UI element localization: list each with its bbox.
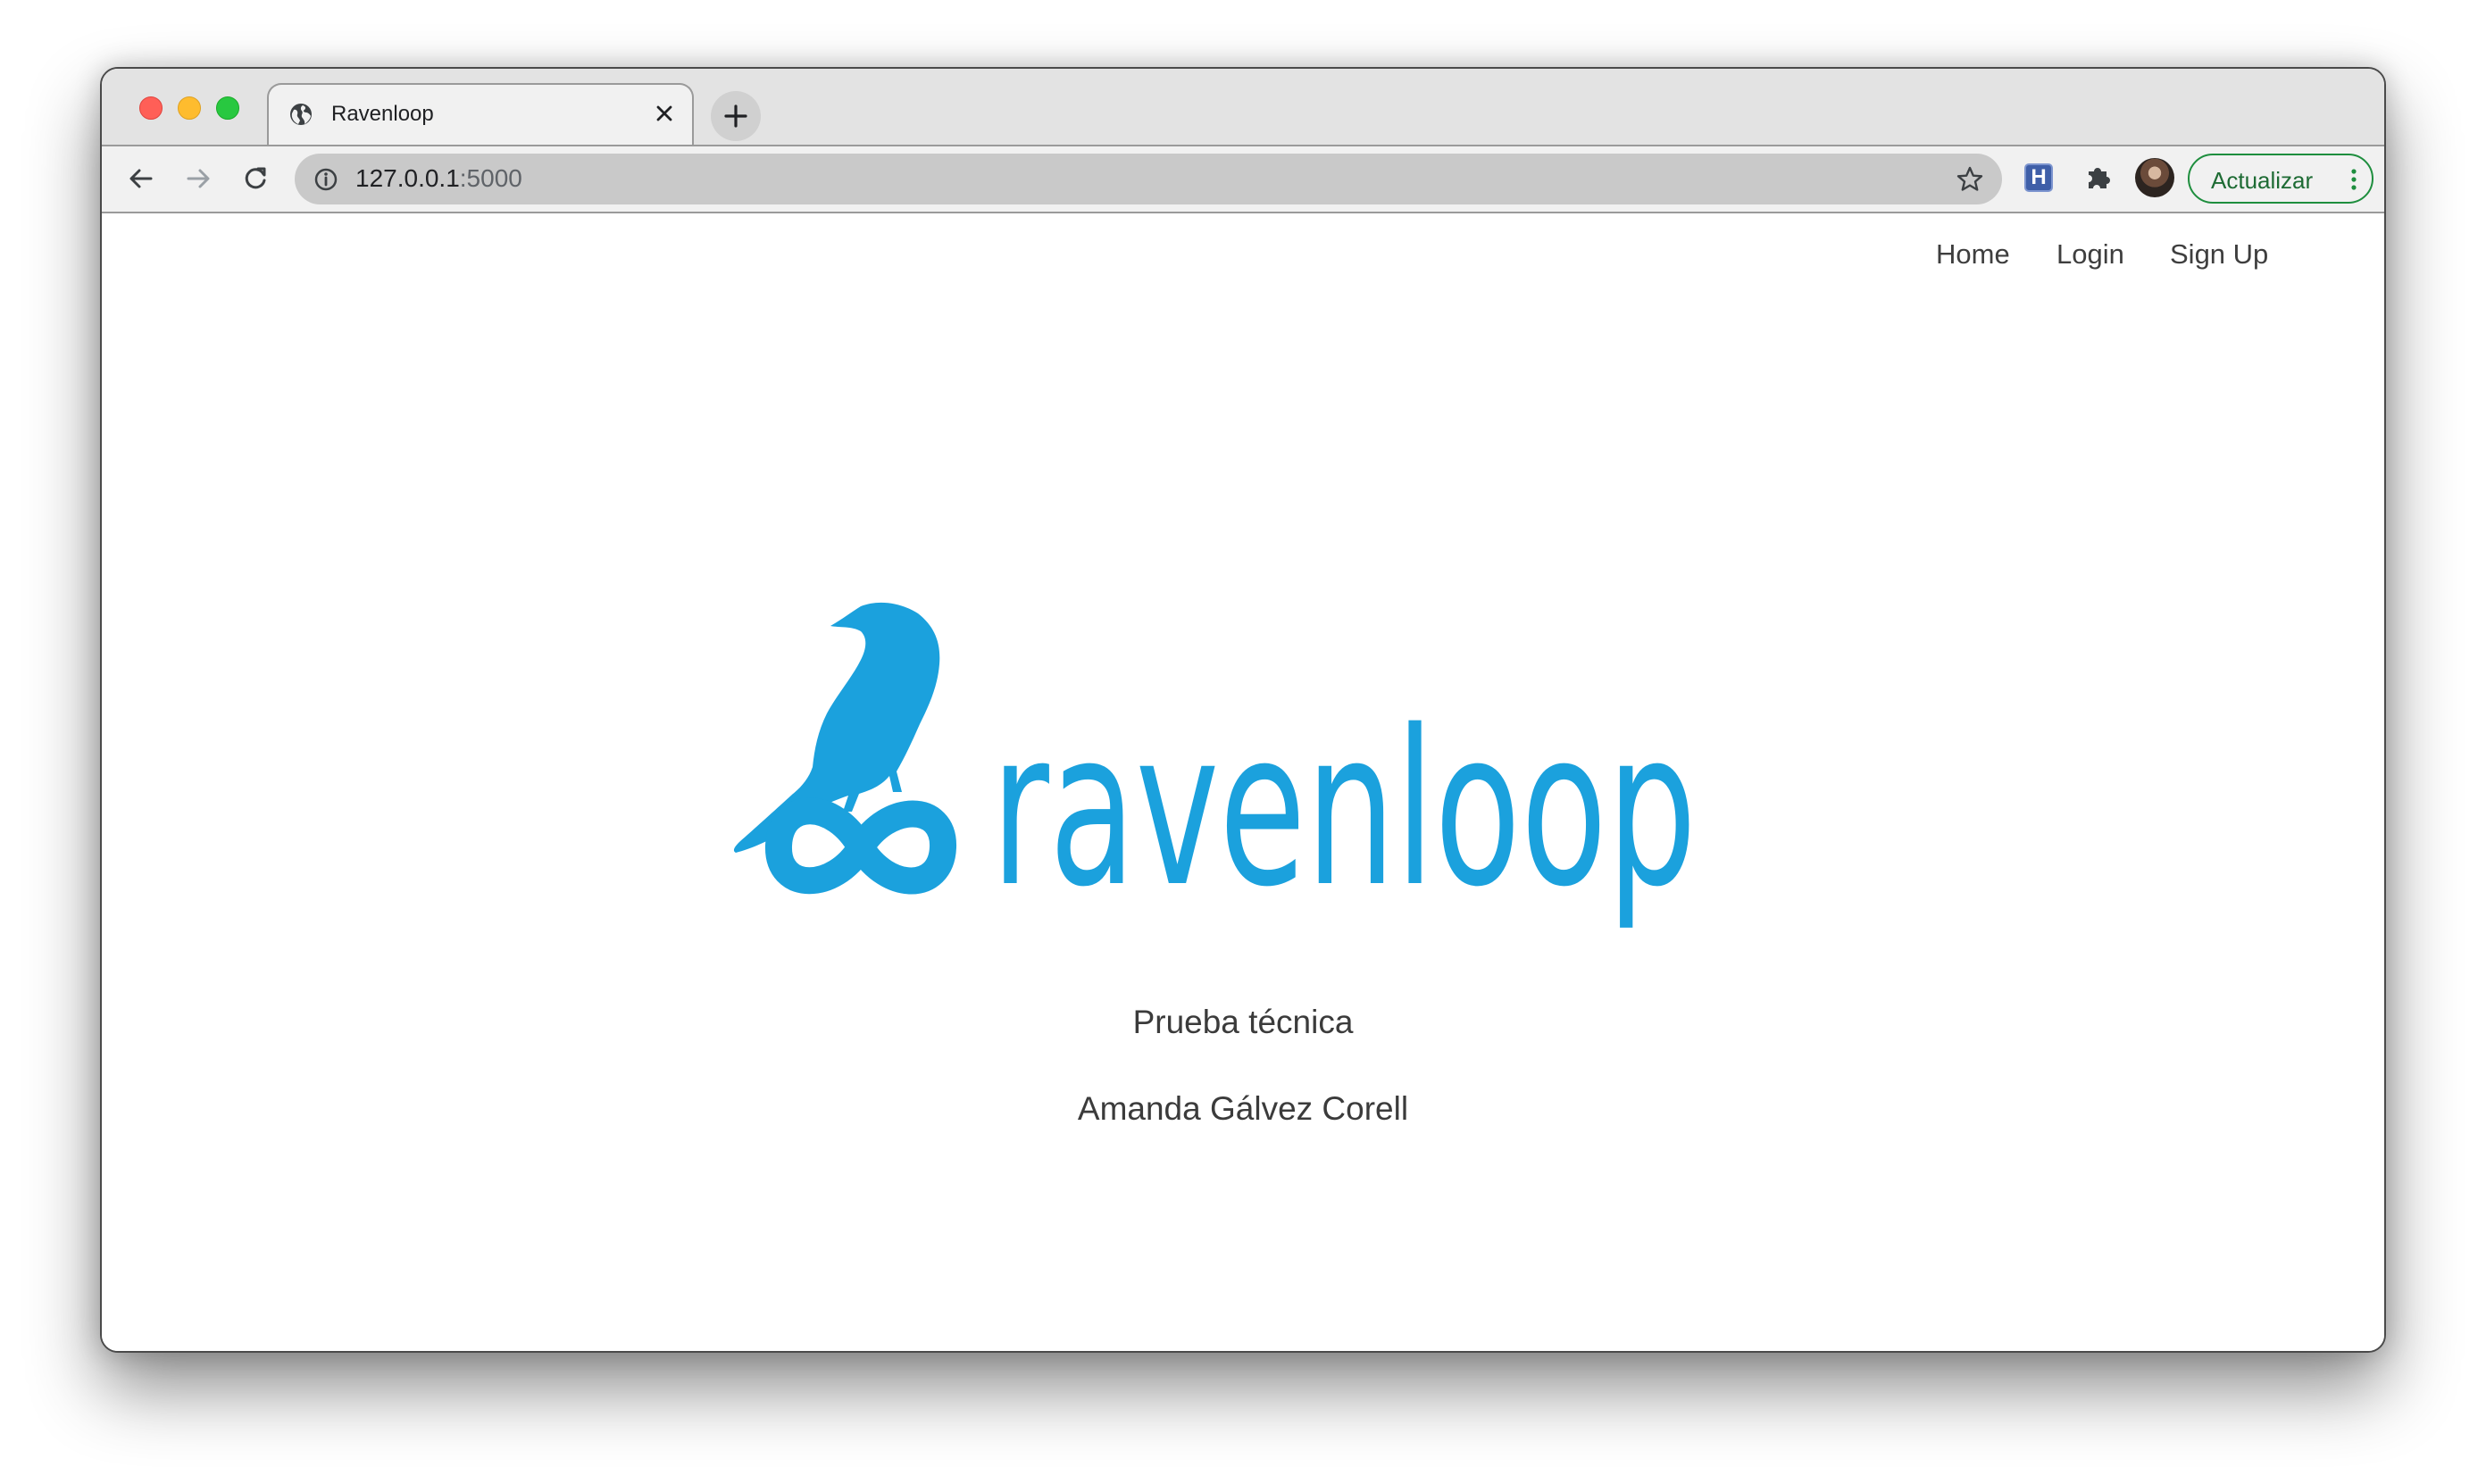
window-controls — [139, 96, 239, 120]
browser-tab-ravenloop[interactable]: Ravenloop — [267, 83, 694, 145]
tab-close-button[interactable] — [649, 98, 680, 129]
tab-title: Ravenloop — [331, 102, 434, 126]
nav-link-home[interactable]: Home — [1936, 238, 2010, 271]
three-dots-vertical-icon — [2351, 169, 2357, 190]
reload-icon — [245, 167, 266, 189]
info-icon[interactable] — [313, 166, 339, 193]
url-host: 127.0.0.1 — [355, 164, 460, 192]
url-port: :5000 — [459, 164, 522, 192]
puzzle-icon[interactable] — [2082, 161, 2115, 193]
ravenloop-logo: ravenloop — [733, 602, 1697, 928]
globe-icon — [290, 104, 312, 125]
tab-strip: Ravenloop — [102, 69, 2384, 145]
plus-icon — [724, 104, 747, 128]
logo-wordmark: ravenloop — [991, 684, 1697, 928]
forward-button[interactable] — [180, 161, 216, 196]
new-tab-button[interactable] — [711, 91, 761, 141]
nav-link-signup[interactable]: Sign Up — [2170, 238, 2268, 271]
infinity-loop-icon — [765, 797, 956, 895]
profile-avatar[interactable] — [2135, 158, 2174, 197]
browser-toolbar: 127.0.0.1:5000 H Actualizar — [102, 145, 2384, 213]
author-name: Amanda Gálvez Corell — [1077, 1090, 1409, 1127]
url-text[interactable]: 127.0.0.1:5000 — [355, 164, 522, 193]
close-window-button[interactable] — [139, 96, 163, 120]
address-bar[interactable]: 127.0.0.1:5000 — [295, 154, 2002, 204]
minimize-window-button[interactable] — [178, 96, 201, 120]
back-button[interactable] — [123, 161, 159, 196]
update-label: Actualizar — [2211, 167, 2314, 194]
maximize-window-button[interactable] — [216, 96, 239, 120]
back-arrow-icon — [129, 169, 153, 188]
browser-window: Ravenloop 127.0.0.1:5000 H Actualizar Ho… — [100, 67, 2386, 1353]
h-extension-button[interactable]: H — [2024, 163, 2053, 192]
update-button[interactable]: Actualizar — [2188, 154, 2373, 204]
reload-button[interactable] — [238, 161, 273, 196]
page-content: Home Login Sign Up ravenloop Prueba técn… — [102, 213, 2384, 1351]
page-subtitle: Prueba técnica — [1132, 1004, 1354, 1040]
nav-link-login[interactable]: Login — [2056, 238, 2124, 271]
close-icon — [656, 105, 672, 121]
star-icon[interactable] — [1956, 165, 1984, 194]
forward-arrow-icon — [187, 169, 210, 188]
